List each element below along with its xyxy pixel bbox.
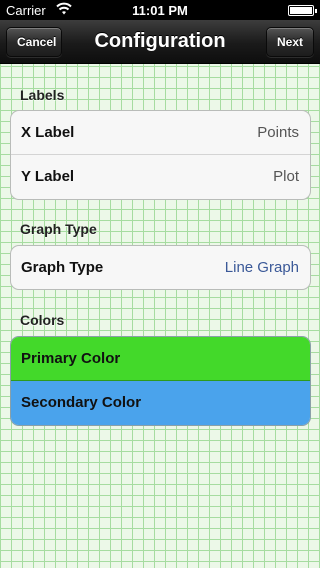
y-label-row[interactable]: Y Label Plot: [11, 155, 310, 199]
status-bar: Carrier 11:01 PM: [0, 0, 320, 20]
secondary-color-row[interactable]: Secondary Color: [11, 381, 310, 425]
status-time: 11:01 PM: [132, 3, 188, 18]
primary-color-row[interactable]: Primary Color: [11, 337, 310, 381]
x-label-value: Points: [257, 124, 299, 141]
section-header-colors: Colors: [20, 312, 65, 328]
navigation-bar: Cancel Configuration Next: [0, 20, 320, 64]
section-header-graph-type: Graph Type: [20, 221, 97, 237]
graph-type-title: Graph Type: [21, 259, 104, 276]
graph-type-row[interactable]: Graph Type Line Graph: [11, 246, 310, 289]
graph-type-group: Graph Type Line Graph: [10, 245, 311, 290]
x-label-title: X Label: [21, 124, 75, 141]
x-label-row[interactable]: X Label Points: [11, 111, 310, 155]
primary-color-label: Primary Color: [21, 350, 121, 367]
battery-icon: [288, 5, 317, 16]
secondary-color-label: Secondary Color: [21, 394, 142, 411]
labels-group: X Label Points Y Label Plot: [10, 110, 311, 200]
y-label-title: Y Label: [21, 168, 75, 185]
colors-group: Primary Color Secondary Color: [10, 336, 311, 426]
next-button[interactable]: Next: [266, 27, 314, 57]
section-header-labels: Labels: [20, 87, 65, 103]
y-label-value: Plot: [273, 168, 299, 185]
graph-type-value: Line Graph: [224, 259, 299, 276]
